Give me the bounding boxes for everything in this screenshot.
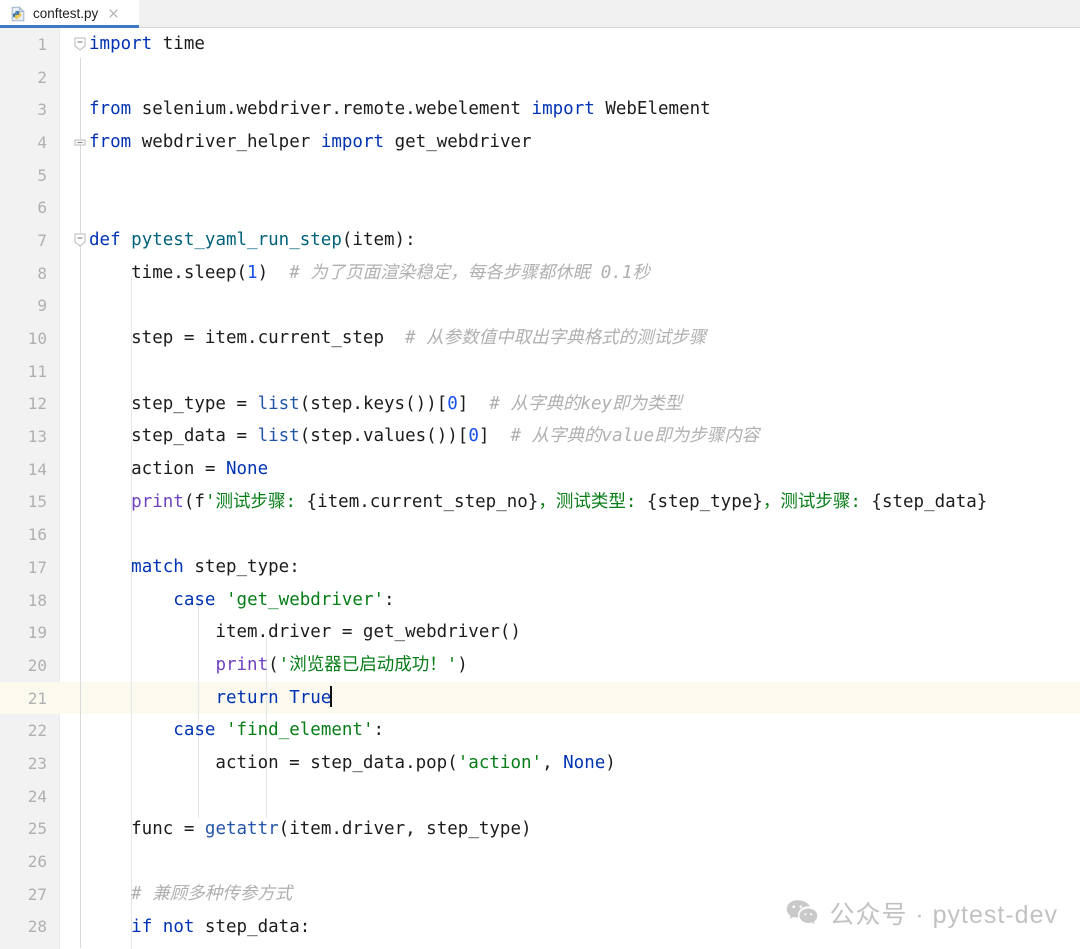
line-number: 16 (27, 525, 47, 545)
code-text[interactable]: step = item.current_step # 从参数值中取出字典格式的测… (60, 322, 1080, 355)
code-text[interactable]: def pytest_yaml_run_step(item): (60, 224, 1080, 257)
line-number: 28 (27, 917, 47, 937)
code-line[interactable]: 7 def pytest_yaml_run_step(item): (0, 224, 1080, 257)
code-line[interactable]: 9 (0, 290, 1080, 323)
code-line[interactable]: 10 step = item.current_step # 从参数值中取出字典格… (0, 322, 1080, 355)
line-number: 25 (27, 819, 47, 839)
code-text[interactable]: func = getattr(item.driver, step_type) (60, 813, 1080, 846)
code-line[interactable]: 28 if not step_data: (0, 911, 1080, 944)
code-line[interactable]: 23 action = step_data.pop('action', None… (0, 747, 1080, 780)
code-line[interactable]: 15 print(f'测试步骤: {item.current_step_no}，… (0, 486, 1080, 519)
line-number: 12 (27, 394, 47, 414)
text-caret (330, 685, 333, 707)
line-number: 6 (37, 198, 47, 218)
code-line[interactable]: 6 (0, 191, 1080, 224)
line-number: 2 (37, 67, 47, 87)
line-number: 22 (27, 721, 47, 741)
code-text[interactable] (60, 845, 1080, 878)
line-number: 8 (37, 263, 47, 283)
close-icon[interactable] (107, 7, 120, 20)
line-number: 11 (27, 361, 47, 381)
code-text[interactable] (60, 355, 1080, 388)
code-line-current[interactable]: 21 return True (0, 681, 1080, 715)
code-line[interactable]: 5 (0, 159, 1080, 192)
code-line[interactable]: 26 (0, 845, 1080, 878)
editor-tab-bar: conftest.py (0, 0, 1080, 28)
line-number: 4 (37, 132, 47, 152)
line-number: 20 (27, 655, 47, 675)
code-line[interactable]: 3 from selenium.webdriver.remote.webelem… (0, 93, 1080, 126)
collapse-end-icon[interactable] (72, 134, 88, 150)
line-number: 13 (27, 427, 47, 447)
code-line[interactable]: 18 case 'get_webdriver': (0, 584, 1080, 617)
code-text[interactable]: print(f'测试步骤: {item.current_step_no}，测试类… (60, 486, 1080, 519)
line-number: 14 (27, 459, 47, 479)
line-number: 23 (27, 753, 47, 773)
tab-conftest-py[interactable]: conftest.py (0, 0, 139, 28)
code-line[interactable]: 2 (0, 61, 1080, 94)
code-line[interactable]: 24 (0, 780, 1080, 813)
line-number: 24 (27, 786, 47, 806)
line-number: 26 (27, 852, 47, 872)
code-line[interactable]: 11 (0, 355, 1080, 388)
line-number: 1 (37, 34, 47, 54)
line-number: 19 (27, 623, 47, 643)
line-number: 3 (37, 100, 47, 120)
line-number: 21 (0, 688, 60, 708)
line-number: 27 (27, 884, 47, 904)
collapse-minus-icon[interactable] (72, 36, 88, 52)
code-text[interactable]: action = step_data.pop('action', None) (60, 747, 1080, 780)
code-text[interactable]: action = None (60, 453, 1080, 486)
code-text[interactable]: item.driver = get_webdriver() (60, 616, 1080, 649)
line-number: 10 (27, 329, 47, 349)
line-number: 15 (27, 492, 47, 512)
line-number: 5 (37, 165, 47, 185)
code-text[interactable] (60, 191, 1080, 224)
code-text[interactable]: step_data = list(step.values())[0] # 从字典… (60, 420, 1080, 453)
code-text[interactable]: from selenium.webdriver.remote.webelemen… (60, 93, 1080, 126)
code-line[interactable]: 4 from webdriver_helper import get_webdr… (0, 126, 1080, 159)
line-number: 9 (37, 296, 47, 316)
code-text[interactable]: case 'find_element': (60, 714, 1080, 747)
code-lines[interactable]: 1 import time 2 3 from selenium.webdrive… (0, 28, 1080, 943)
code-text[interactable]: # 兼顾多种传参方式 (60, 878, 1080, 911)
line-number: 18 (27, 590, 47, 610)
code-text[interactable]: print('浏览器已启动成功！') (60, 649, 1080, 682)
code-line[interactable]: 12 step_type = list(step.keys())[0] # 从字… (0, 388, 1080, 421)
code-text[interactable]: return True (60, 682, 1080, 715)
code-text[interactable]: import time (60, 28, 1080, 61)
code-line[interactable]: 19 item.driver = get_webdriver() (0, 616, 1080, 649)
code-line[interactable]: 14 action = None (0, 453, 1080, 486)
python-file-icon (11, 5, 25, 21)
tab-label: conftest.py (33, 6, 99, 21)
code-line[interactable]: 27 # 兼顾多种传参方式 (0, 878, 1080, 911)
code-text[interactable] (60, 159, 1080, 192)
code-line[interactable]: 17 match step_type: (0, 551, 1080, 584)
code-text[interactable]: step_type = list(step.keys())[0] # 从字典的k… (60, 388, 1080, 421)
code-text[interactable]: if not step_data: (60, 911, 1080, 944)
code-line[interactable]: 8 time.sleep(1) # 为了页面渲染稳定，每各步骤都休眠 0.1秒 (0, 257, 1080, 290)
code-text[interactable]: case 'get_webdriver': (60, 584, 1080, 617)
code-text[interactable]: match step_type: (60, 551, 1080, 584)
code-line[interactable]: 1 import time (0, 28, 1080, 61)
code-text[interactable] (60, 290, 1080, 323)
code-line[interactable]: 25 func = getattr(item.driver, step_type… (0, 813, 1080, 846)
line-number: 17 (27, 557, 47, 577)
code-text[interactable] (60, 780, 1080, 813)
code-text[interactable] (60, 518, 1080, 551)
collapse-minus-icon[interactable] (72, 232, 88, 248)
code-line[interactable]: 20 print('浏览器已启动成功！') (0, 649, 1080, 682)
code-line[interactable]: 22 case 'find_element': (0, 714, 1080, 747)
code-text[interactable]: time.sleep(1) # 为了页面渲染稳定，每各步骤都休眠 0.1秒 (60, 257, 1080, 290)
code-text[interactable] (60, 61, 1080, 94)
code-editor[interactable]: 1 import time 2 3 from selenium.webdrive… (0, 28, 1080, 949)
code-line[interactable]: 13 step_data = list(step.values())[0] # … (0, 420, 1080, 453)
code-line[interactable]: 16 (0, 518, 1080, 551)
line-number: 7 (37, 230, 47, 250)
code-text[interactable]: from webdriver_helper import get_webdriv… (60, 126, 1080, 159)
